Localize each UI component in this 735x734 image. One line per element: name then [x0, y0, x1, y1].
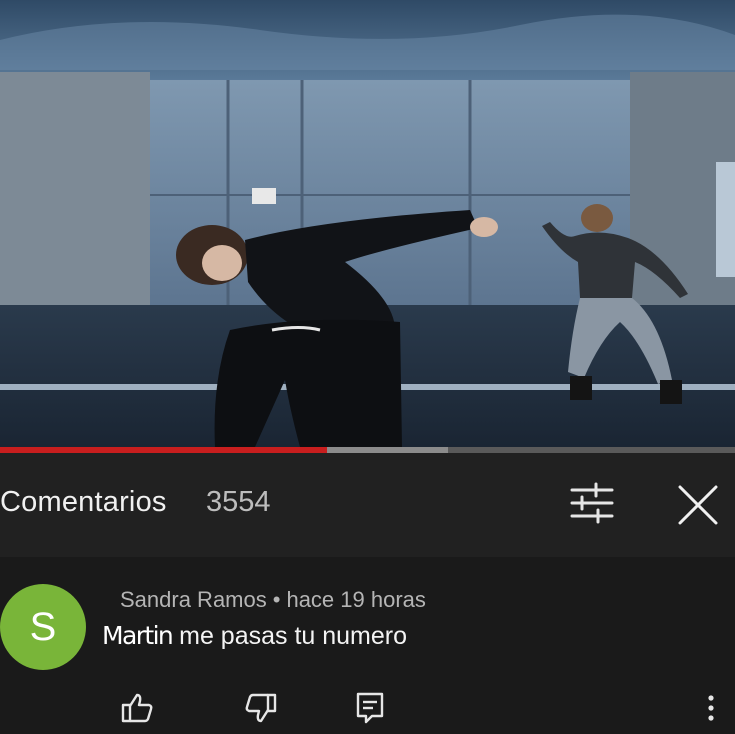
comment-time: hace 19 horas [286, 587, 426, 612]
comments-header: Comentarios 3554 [0, 453, 735, 557]
avatar[interactable]: S [0, 584, 86, 670]
meta-separator: • [272, 587, 281, 612]
comment-text: Martin me pasas tu numero [102, 621, 407, 651]
close-icon [678, 485, 718, 525]
comment-body: me pasas tu numero [179, 622, 408, 650]
thumbs-up-icon [121, 693, 153, 723]
comments-title: Comentarios [0, 486, 167, 518]
reply-button[interactable] [352, 690, 388, 726]
reply-icon [356, 692, 384, 724]
comment-meta: Sandra Ramos • hace 19 horas [120, 587, 426, 613]
sliders-icon [570, 482, 614, 524]
video-player[interactable] [0, 0, 735, 447]
close-comments-button[interactable] [674, 481, 722, 529]
more-options-button[interactable] [700, 690, 722, 726]
comments-count: 3554 [206, 486, 271, 518]
video-frame [0, 0, 735, 447]
comment-author[interactable]: Sandra Ramos [120, 587, 267, 612]
thumbs-down-icon [245, 693, 277, 723]
dislike-button[interactable] [243, 690, 279, 726]
more-vertical-icon [708, 695, 714, 721]
sort-filter-button[interactable] [568, 481, 616, 525]
comment-mention: Martin [102, 621, 174, 650]
comment-item: S Sandra Ramos • hace 19 horas Martin me p… [0, 557, 735, 734]
like-button[interactable] [119, 690, 155, 726]
